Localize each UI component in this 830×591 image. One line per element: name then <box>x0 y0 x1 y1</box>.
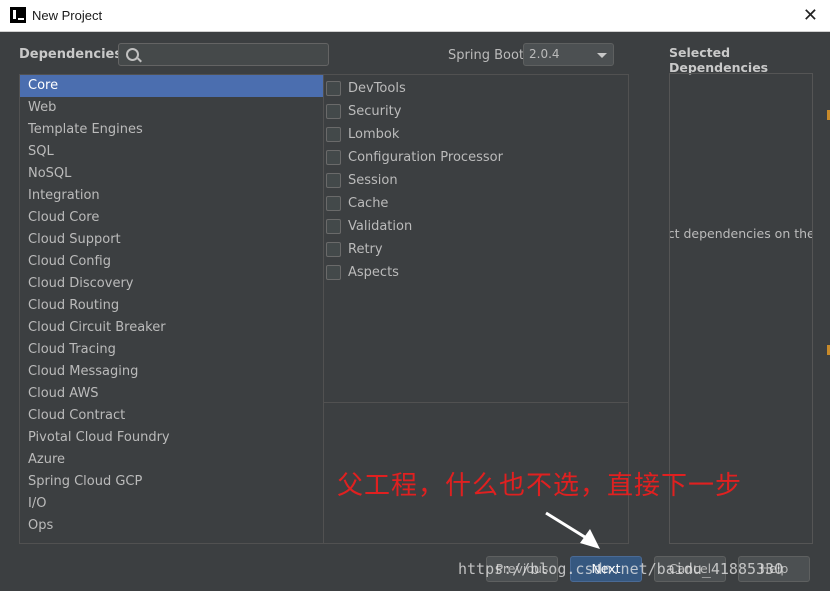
category-item[interactable]: Pivotal Cloud Foundry <box>20 427 323 449</box>
category-item[interactable]: SQL <box>20 141 323 163</box>
dependency-checkbox[interactable] <box>326 126 341 142</box>
category-item[interactable]: Cloud Config <box>20 251 323 273</box>
category-item[interactable]: Cloud Circuit Breaker <box>20 317 323 339</box>
dependency-label: Security <box>348 103 402 119</box>
spring-boot-label: Spring Boot <box>448 48 525 63</box>
category-item[interactable]: Ops <box>20 515 323 537</box>
dependency-list: DevTools Security Lombok Configuration Proc… <box>324 74 629 403</box>
category-item[interactable]: Spring Cloud GCP <box>20 471 323 493</box>
dependency-item[interactable]: Validation <box>326 216 412 236</box>
category-item[interactable]: I/O <box>20 493 323 515</box>
window-title: New Project <box>32 8 103 23</box>
category-item[interactable]: Cloud Core <box>20 207 323 229</box>
window-edge-marks <box>826 100 830 460</box>
category-item[interactable]: Template Engines <box>20 119 323 141</box>
dependency-checkbox[interactable] <box>326 80 341 96</box>
dependency-item[interactable]: Aspects <box>326 262 399 282</box>
dependency-item[interactable]: Lombok <box>326 124 399 144</box>
dependency-label: Lombok <box>348 126 400 142</box>
spring-boot-version-select[interactable]: 2.0.4 <box>523 43 614 66</box>
dependency-checkbox[interactable] <box>326 241 341 257</box>
chevron-down-icon <box>597 53 607 58</box>
search-box[interactable] <box>118 43 329 66</box>
search-icon <box>126 48 139 61</box>
category-item[interactable]: Cloud Contract <box>20 405 323 427</box>
dependency-label: Aspects <box>348 264 399 280</box>
annotation-text: 父工程，什么也不选，直接下一步 <box>337 471 743 501</box>
category-item[interactable]: Integration <box>20 185 323 207</box>
dependency-item[interactable]: Cache <box>326 193 388 213</box>
category-item[interactable]: Cloud Messaging <box>20 361 323 383</box>
dependency-label: DevTools <box>348 80 406 96</box>
watermark: https://blog.csdn.net/baidu_41885330 <box>458 560 784 578</box>
category-item[interactable]: Cloud AWS <box>20 383 323 405</box>
close-icon[interactable]: ✕ <box>803 5 818 26</box>
category-item[interactable]: Web <box>20 97 323 119</box>
dependency-label: Configuration Processor <box>348 149 503 165</box>
title-bar: New Project ✕ <box>0 0 830 32</box>
dependency-item[interactable]: Retry <box>326 239 383 259</box>
category-item[interactable]: Core <box>20 75 323 97</box>
search-input[interactable] <box>143 46 327 65</box>
dependency-label: Validation <box>348 218 413 234</box>
dependency-item[interactable]: Session <box>326 170 398 190</box>
dependencies-label: Dependencies <box>19 47 123 62</box>
category-item[interactable]: Cloud Discovery <box>20 273 323 295</box>
annotation-arrow <box>545 511 600 549</box>
category-item[interactable]: Cloud Tracing <box>20 339 323 361</box>
dependency-item[interactable]: DevTools <box>326 78 406 98</box>
intellij-app-icon <box>10 7 26 23</box>
dependency-checkbox[interactable] <box>326 149 341 165</box>
dependency-label: Retry <box>348 241 383 257</box>
dependency-checkbox[interactable] <box>326 264 341 280</box>
dependency-item[interactable]: Configuration Processor <box>326 147 503 167</box>
category-item[interactable]: Cloud Support <box>20 229 323 251</box>
category-item[interactable]: NoSQL <box>20 163 323 185</box>
category-item[interactable]: Cloud Routing <box>20 295 323 317</box>
dependency-item[interactable]: Security <box>326 101 401 121</box>
dependency-checkbox[interactable] <box>326 195 341 211</box>
dependency-checkbox[interactable] <box>326 218 341 234</box>
dependency-checkbox[interactable] <box>326 103 341 119</box>
category-list: Core Web Template Engines SQL NoSQL Integrati… <box>19 74 324 544</box>
selected-dependencies-hint: ect dependencies on the <box>669 226 813 241</box>
category-item[interactable]: Azure <box>20 449 323 471</box>
dependency-checkbox[interactable] <box>326 172 341 188</box>
spring-boot-version-value: 2.0.4 <box>529 47 560 61</box>
dependency-label: Cache <box>348 195 389 211</box>
selected-dependencies-title: Selected Dependencies <box>669 45 769 75</box>
dependency-label: Session <box>348 172 398 188</box>
